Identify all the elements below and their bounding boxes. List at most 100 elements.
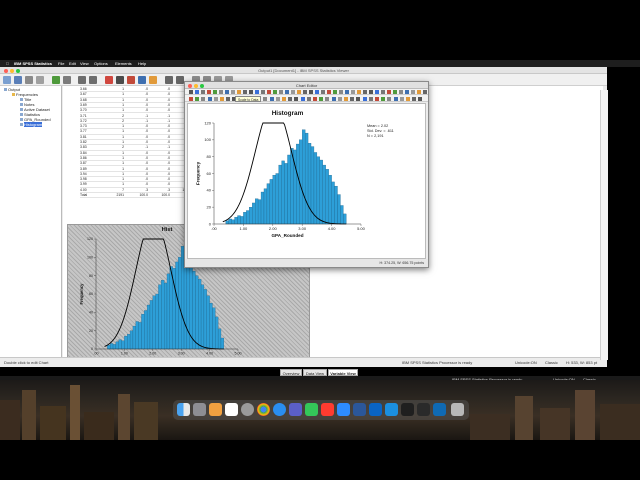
- undo-icon[interactable]: [78, 76, 86, 84]
- chart-element-tool-icon[interactable]: [300, 96, 305, 101]
- chart-element-tool-icon[interactable]: [393, 96, 398, 101]
- chart-editor-tool-icon[interactable]: [267, 90, 271, 94]
- close-window-button[interactable]: [4, 69, 8, 73]
- chart-editor-tool-icon[interactable]: [279, 90, 283, 94]
- chart-editor-tool-icon[interactable]: [381, 90, 385, 94]
- recall-dialog-icon[interactable]: [63, 76, 71, 84]
- chart-element-tool-icon[interactable]: [201, 96, 206, 101]
- chart-editor-tool-icon[interactable]: [417, 90, 421, 94]
- chart-editor-tool-icon[interactable]: [225, 90, 229, 94]
- chart-element-tool-icon[interactable]: [263, 96, 268, 101]
- open-file-icon[interactable]: [3, 76, 11, 84]
- goto-case-icon[interactable]: [116, 76, 124, 84]
- chart-editor-tool-icon[interactable]: [285, 90, 289, 94]
- chart-element-tool-icon[interactable]: [282, 96, 286, 101]
- stocks-icon[interactable]: [417, 403, 430, 416]
- chart-element-tool-icon[interactable]: [226, 96, 231, 101]
- chart-element-tool-icon[interactable]: [381, 96, 386, 101]
- chart-element-tool-icon[interactable]: [418, 96, 423, 101]
- designate-window-icon[interactable]: [149, 76, 157, 84]
- spss-icon[interactable]: [401, 403, 414, 416]
- chart-element-tool-icon[interactable]: [399, 96, 404, 101]
- export-icon[interactable]: [52, 76, 60, 84]
- chart-element-tool-icon[interactable]: [356, 96, 361, 101]
- menu-elements[interactable]: Elements: [115, 60, 132, 67]
- chart-editor-tool-icon[interactable]: [195, 90, 199, 94]
- chart-element-tool-icon[interactable]: [207, 96, 212, 101]
- chart-editor-tool-icon[interactable]: [213, 90, 217, 94]
- chart-element-tool-icon[interactable]: [325, 96, 330, 101]
- chart-editor-tool-icon[interactable]: [273, 90, 277, 94]
- outline-item[interactable]: Histogram: [20, 122, 43, 127]
- chart-editor-tool-icon[interactable]: [249, 90, 253, 94]
- launchpad-icon[interactable]: [193, 403, 206, 416]
- vertical-scrollbar[interactable]: [600, 90, 608, 360]
- tab-overview[interactable]: Overview: [280, 369, 302, 376]
- chart-editor-close-button[interactable]: [188, 83, 192, 88]
- chart-element-tool-icon[interactable]: [275, 96, 280, 101]
- chart-editor-tool-icon[interactable]: [303, 90, 307, 94]
- chart-editor-tool-icon[interactable]: [393, 90, 397, 94]
- goto-data-icon[interactable]: [105, 76, 113, 84]
- chart-element-tool-icon[interactable]: [368, 96, 373, 101]
- chart-editor-tool-icon[interactable]: [261, 90, 265, 94]
- chart-element-tool-icon[interactable]: [362, 96, 367, 101]
- chart-element-tool-icon[interactable]: [195, 96, 200, 101]
- variables-icon[interactable]: [138, 76, 146, 84]
- chart-editor-minimize-button[interactable]: [194, 83, 198, 88]
- zoom-window-button[interactable]: [16, 69, 20, 73]
- teams-icon[interactable]: [289, 403, 302, 416]
- chart-editor-tool-icon[interactable]: [405, 90, 409, 94]
- chart-element-tool-icon[interactable]: [269, 96, 274, 101]
- outlook-icon[interactable]: [369, 403, 382, 416]
- chart-editor-tool-icon[interactable]: [255, 90, 259, 94]
- chart-editor-zoom-button[interactable]: [200, 83, 204, 88]
- chart-editor-tool-icon[interactable]: [327, 90, 331, 94]
- chart-editor-tool-icon[interactable]: [411, 90, 415, 94]
- chart-editor-tool-icon[interactable]: [351, 90, 355, 94]
- zoom-icon[interactable]: [337, 403, 350, 416]
- menu-help[interactable]: Help: [138, 60, 146, 67]
- menu-view[interactable]: View: [80, 60, 89, 67]
- chart-element-tool-icon[interactable]: [313, 96, 317, 101]
- chart-editor-tool-icon[interactable]: [201, 90, 205, 94]
- chart-element-tool-icon[interactable]: [306, 96, 311, 101]
- chart-editor-tool-icon[interactable]: [231, 90, 235, 94]
- chart-editor-tool-icon[interactable]: [297, 90, 301, 94]
- chart-editor-tool-icon[interactable]: [387, 90, 391, 94]
- chart-element-tool-icon[interactable]: [406, 96, 410, 101]
- demote-icon[interactable]: [176, 76, 184, 84]
- menu-file[interactable]: File: [58, 60, 64, 67]
- chart-editor-tool-icon[interactable]: [237, 90, 241, 94]
- chart-editor-tool-icon[interactable]: [423, 90, 427, 94]
- minimize-window-button[interactable]: [10, 69, 14, 73]
- chart-element-tool-icon[interactable]: [294, 96, 299, 101]
- chart-editor-tool-icon[interactable]: [189, 90, 193, 94]
- calendar-icon[interactable]: [225, 403, 238, 416]
- chart-element-tool-icon[interactable]: [412, 96, 417, 101]
- chart-element-tool-icon[interactable]: [288, 96, 293, 101]
- chart-element-tool-icon[interactable]: [319, 96, 324, 101]
- chart-element-tool-icon[interactable]: [350, 96, 355, 101]
- word-icon[interactable]: [353, 403, 366, 416]
- chart-editor-tool-icon[interactable]: [333, 90, 337, 94]
- chart-editor-canvas[interactable]: 0 20 40 60 80 100 120.00 1.00 2.00 3.00 4.00 5.00 GP…: [187, 103, 426, 259]
- trash-icon[interactable]: [451, 403, 464, 416]
- goto-variable-icon[interactable]: [127, 76, 135, 84]
- chart-editor-tool-icon[interactable]: [291, 90, 295, 94]
- chart-editor-tool-icon[interactable]: [363, 90, 367, 94]
- chart-editor-tool-icon[interactable]: [243, 90, 247, 94]
- system-settings-icon[interactable]: [241, 403, 254, 416]
- chart-element-tool-icon[interactable]: [344, 96, 348, 101]
- news-icon[interactable]: [321, 403, 334, 416]
- chart-element-tool-icon[interactable]: [331, 96, 336, 101]
- finder-icon[interactable]: [177, 403, 190, 416]
- chart-editor-tool-icon[interactable]: [357, 90, 361, 94]
- chart-editor-tool-icon[interactable]: [375, 90, 379, 94]
- save-icon[interactable]: [14, 76, 22, 84]
- chart-element-tool-icon[interactable]: [189, 96, 193, 101]
- messages-icon[interactable]: [305, 403, 318, 416]
- print-icon[interactable]: [25, 76, 33, 84]
- chart-editor-tool-icon[interactable]: [369, 90, 373, 94]
- redo-icon[interactable]: [89, 76, 97, 84]
